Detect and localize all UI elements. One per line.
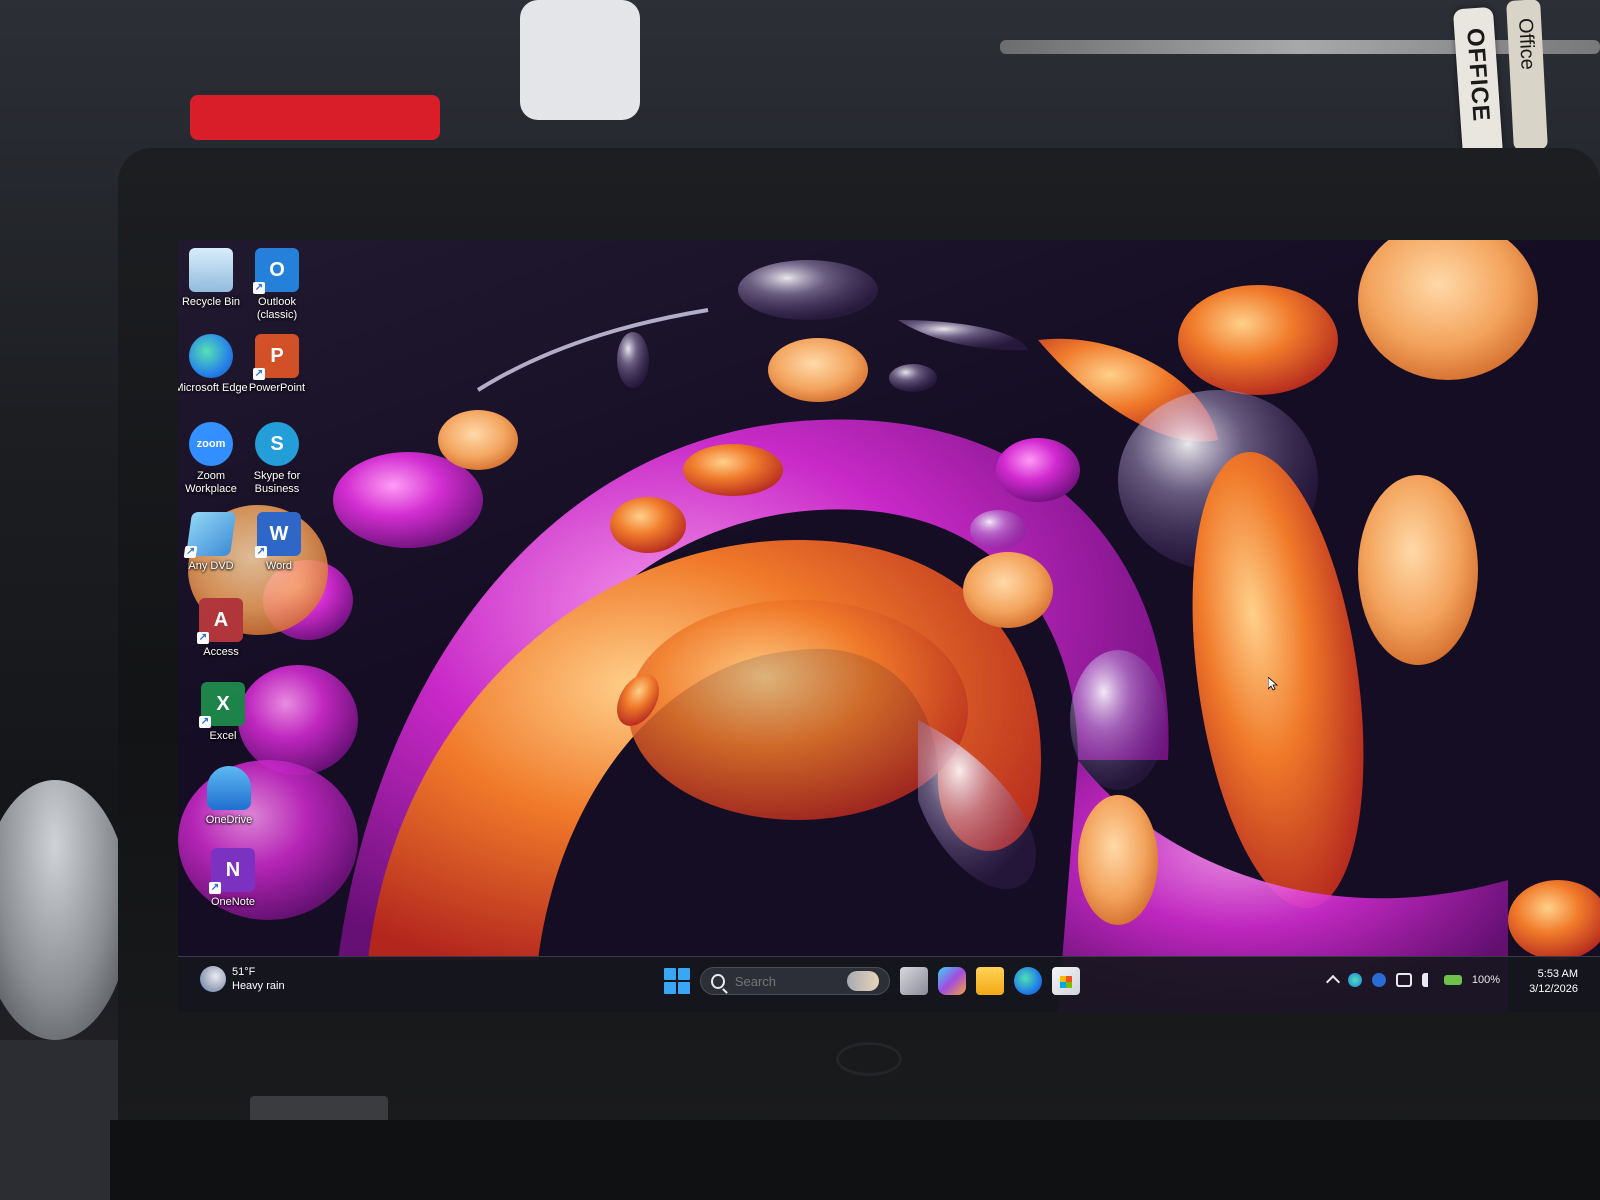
desktop-icon-word[interactable]: W ↗ Word xyxy=(240,512,318,573)
outlook-icon: O ↗ xyxy=(253,248,299,294)
start-button[interactable] xyxy=(664,968,690,994)
recycle-bin-icon xyxy=(189,248,233,292)
access-icon: A ↗ xyxy=(197,598,243,644)
white-device xyxy=(520,0,640,120)
shortcut-arrow-icon: ↗ xyxy=(183,546,198,558)
skype-glyph: S xyxy=(270,432,284,455)
show-hidden-icons-chevron-icon[interactable] xyxy=(1325,974,1340,990)
desktop-icon-label: Word xyxy=(265,560,293,572)
microsoft-store-button[interactable] xyxy=(1052,967,1080,995)
desktop-icon-onenote[interactable]: N ↗ OneNote xyxy=(194,848,272,909)
network-icon[interactable] xyxy=(1395,973,1412,987)
taskbar-center xyxy=(664,967,1080,995)
file-explorer-button[interactable] xyxy=(976,967,1004,995)
search-input[interactable] xyxy=(732,972,847,990)
desktop-icon-label: OneNote xyxy=(210,896,256,908)
desktop-icon-skype[interactable]: S Skype for Business xyxy=(238,422,316,496)
edge-taskbar-button[interactable] xyxy=(1014,967,1042,995)
office-tag-text: OFFICE xyxy=(1461,27,1495,123)
search-highlight-icon xyxy=(846,971,879,991)
zoom-glyph: zoom xyxy=(196,438,226,450)
outlook-glyph: O xyxy=(269,258,285,281)
clock-time: 5:53 AM xyxy=(1537,968,1578,980)
weather-temperature: 51°F xyxy=(232,966,256,978)
shortcut-arrow-icon: ↗ xyxy=(199,716,211,728)
task-view-button[interactable] xyxy=(900,967,928,995)
office-tag-secondary: Office xyxy=(1506,0,1548,151)
desktop-icon-label: Access xyxy=(203,646,239,658)
desktop-wallpaper xyxy=(178,240,1600,1012)
desktop-icon-label: Excel xyxy=(209,730,237,742)
shortcut-arrow-icon: ↗ xyxy=(255,546,267,558)
desktop-icon-excel[interactable]: X ↗ Excel xyxy=(184,682,262,743)
word-glyph: W xyxy=(269,522,289,545)
office-tag: OFFICE xyxy=(1452,6,1504,160)
taskbar: 51°F Heavy rain Search 100% 5:53 AM 3/12… xyxy=(178,956,1600,1012)
desktop-icon-label: OneDrive xyxy=(205,814,253,826)
windows-logo-pane xyxy=(664,968,676,980)
windows-logo-pane xyxy=(664,982,676,994)
desktop-icon-access[interactable]: A ↗ Access xyxy=(182,598,260,659)
word-icon: W ↗ xyxy=(255,512,301,558)
system-clock[interactable]: 5:53 AM 3/12/2026 xyxy=(1529,967,1578,997)
shortcut-arrow-icon: ↗ xyxy=(253,368,265,380)
desktop-icon-powerpoint[interactable]: P ↗ PowerPoint xyxy=(238,334,316,395)
copilot-button[interactable] xyxy=(938,967,966,995)
mouse-cursor xyxy=(1268,677,1278,691)
desktop-icon-outlook[interactable]: O ↗ Outlook (classic) xyxy=(238,248,316,322)
metal-tin xyxy=(0,780,130,1040)
search-icon xyxy=(711,973,725,989)
laptop-screen: Recycle Bin O ↗ Outlook (classic) Microso… xyxy=(178,240,1600,1012)
excel-icon: X ↗ xyxy=(199,682,245,728)
red-box xyxy=(190,95,440,140)
powerpoint-glyph: P xyxy=(270,344,284,367)
taskbar-search[interactable] xyxy=(700,967,890,995)
windows-logo-pane xyxy=(678,968,690,980)
clock-date: 3/12/2026 xyxy=(1529,983,1578,995)
bluetooth-icon[interactable] xyxy=(1371,973,1386,987)
windows-logo-pane xyxy=(678,982,690,994)
skype-icon: S xyxy=(255,422,299,466)
weather-text: 51°F Heavy rain xyxy=(232,965,285,993)
edge-icon xyxy=(189,334,233,378)
access-glyph: A xyxy=(213,608,229,631)
excel-glyph: X xyxy=(216,692,230,715)
zoom-icon: zoom xyxy=(189,422,233,466)
onedrive-icon xyxy=(207,766,251,810)
desktop-icon-label: PowerPoint xyxy=(248,382,306,394)
any-dvd-icon: ↗ xyxy=(183,512,237,558)
laptop-base xyxy=(110,1120,1600,1200)
weather-widget[interactable]: 51°F Heavy rain xyxy=(200,965,285,993)
system-tray: 100% xyxy=(1325,973,1500,990)
rain-cloud-icon xyxy=(200,966,226,992)
battery-percentage: 100% xyxy=(1471,974,1500,986)
shortcut-arrow-icon: ↗ xyxy=(253,282,265,294)
speaker-muted-icon[interactable] xyxy=(1421,973,1434,987)
edge-tray-icon[interactable] xyxy=(1347,973,1362,987)
desktop-icon-onedrive[interactable]: OneDrive xyxy=(190,766,268,827)
office-tag-secondary-text: Office xyxy=(1514,17,1539,71)
weather-description: Heavy rain xyxy=(232,980,285,992)
desktop-icon-label: Outlook (classic) xyxy=(256,296,298,321)
laptop-logo xyxy=(836,1042,902,1076)
shortcut-arrow-icon: ↗ xyxy=(197,632,209,644)
battery-icon[interactable] xyxy=(1443,975,1462,985)
onenote-icon: N ↗ xyxy=(209,848,255,894)
powerpoint-icon: P ↗ xyxy=(253,334,299,380)
onenote-glyph: N xyxy=(225,858,241,881)
shortcut-arrow-icon: ↗ xyxy=(209,882,221,894)
desktop-icon-label: Skype for Business xyxy=(253,470,301,495)
